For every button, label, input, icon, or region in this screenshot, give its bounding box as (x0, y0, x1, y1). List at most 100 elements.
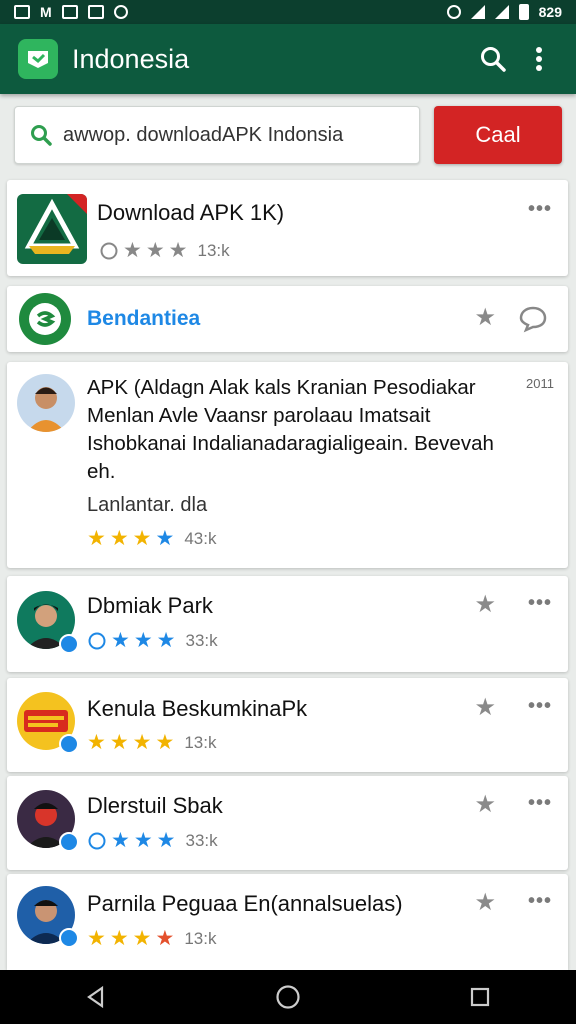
app-card[interactable]: Download APK 1K) ★ ★ ★ 13:k ••• (7, 180, 568, 276)
search-box[interactable] (14, 106, 420, 164)
rating-count: 33:k (185, 630, 218, 650)
back-icon (87, 985, 104, 1009)
star-icon: ★ (155, 927, 175, 950)
comment-button[interactable] (518, 305, 548, 338)
star-icon: ★ (111, 629, 130, 652)
recents-button[interactable] (450, 970, 510, 1024)
list-item[interactable]: Kenula BeskumkinaPk ★ ★ ★ ★ 13:k ★ ••• (7, 678, 568, 772)
post-subtitle: Lanlantar. dla (87, 494, 208, 516)
star-icon: ★ (155, 527, 175, 550)
star-icon: ★ (156, 629, 176, 652)
more-options-icon[interactable]: ••• (528, 695, 552, 718)
star-icon: ★ (109, 527, 129, 550)
search-icon (481, 47, 506, 72)
post-line: APK (Aldagn Alak kals Kranian Pesodiakar (87, 376, 476, 399)
search-icon (31, 125, 52, 146)
status-bar: M 829 (0, 0, 576, 24)
item-rating: ★ ★ ★ ★ 13:k (87, 928, 216, 949)
featured-logo-icon (19, 293, 71, 345)
star-button[interactable]: ★ (474, 888, 496, 917)
rating-count: 13:k (197, 240, 230, 260)
item-title: Kenula BeskumkinaPk (87, 696, 308, 721)
item-title: Dlerstuil Sbak (87, 793, 223, 818)
post-line: eh. (87, 460, 116, 483)
list-item[interactable]: Parnila Peguaa En(annalsuelas) ★ ★ ★ ★ 1… (7, 874, 568, 970)
star-button[interactable]: ★ (474, 590, 496, 619)
verified-badge-icon (59, 928, 79, 948)
post-rating: ★ ★ ★ ★ 43:k (87, 528, 216, 549)
rating-count: 33:k (185, 830, 218, 850)
signal-icon (494, 5, 509, 19)
rating-count: 13:k (184, 732, 217, 752)
verified-badge-icon (59, 634, 79, 654)
app-title: Download APK 1K) (97, 200, 285, 225)
app-icon (17, 194, 87, 264)
sync-icon (113, 5, 128, 19)
comment-icon (100, 242, 118, 259)
more-options-icon[interactable]: ••• (528, 792, 552, 815)
message-icon (87, 5, 104, 19)
star-icon: ★ (123, 239, 142, 262)
comment-icon (88, 632, 106, 649)
alarm-icon (446, 5, 461, 19)
page-title: Indonesia (72, 43, 190, 74)
star-icon: ★ (87, 731, 106, 754)
featured-label: Bendantiea (87, 307, 201, 330)
featured-card[interactable]: Bendantiea ★ (7, 286, 568, 352)
star-icon: ★ (111, 829, 130, 852)
star-button[interactable]: ★ (474, 693, 496, 722)
post-line: Menlan Avle Vaansr parolaau Imatsait (87, 404, 431, 427)
post-line: Ishobkanai Indalianadaragialigeain. Beve… (87, 432, 494, 455)
rating-count: 13:k (184, 928, 217, 948)
battery-icon (518, 4, 529, 20)
more-options-icon[interactable]: ••• (528, 592, 552, 615)
star-icon: ★ (109, 731, 129, 754)
notification-icon: M (40, 4, 52, 20)
item-rating: ★ ★ ★ 33:k (87, 830, 218, 851)
item-rating: ★ ★ ★ ★ 13:k (87, 732, 216, 753)
photo-icon (61, 5, 78, 19)
verified-badge-icon (59, 734, 79, 754)
search-input[interactable] (63, 123, 403, 147)
search-button[interactable] (470, 36, 516, 82)
star-icon: ★ (132, 731, 152, 754)
chat-icon (519, 306, 547, 333)
wifi-icon (470, 5, 485, 19)
search-row: Caal (14, 106, 562, 164)
home-button[interactable] (258, 970, 318, 1024)
rating-count: 43:k (184, 528, 217, 548)
item-title: Parnila Peguaa En(annalsuelas) (87, 891, 403, 916)
more-options-icon[interactable]: ••• (528, 890, 552, 913)
list-item[interactable]: Dbmiak Park ★ ★ ★ 33:k ★ ••• (7, 576, 568, 672)
app-logo-icon (18, 39, 58, 79)
star-icon: ★ (133, 829, 153, 852)
item-title: Dbmiak Park (87, 593, 213, 618)
mail-icon (14, 5, 30, 19)
star-button[interactable]: ★ (474, 790, 496, 819)
star-icon: ★ (168, 239, 188, 262)
list-item[interactable]: Dlerstuil Sbak ★ ★ ★ 33:k ★ ••• (7, 776, 568, 870)
item-rating: ★ ★ ★ 33:k (87, 630, 218, 651)
star-icon: ★ (156, 829, 176, 852)
app-bar: Indonesia (0, 24, 576, 94)
star-icon: ★ (132, 927, 152, 950)
more-options-icon[interactable]: ••• (528, 198, 552, 221)
back-button[interactable] (66, 970, 126, 1024)
star-button[interactable]: ★ (474, 303, 496, 332)
star-icon: ★ (155, 731, 175, 754)
post-body: APK (Aldagn Alak kals Kranian Pesodiakar… (87, 374, 547, 486)
system-nav-bar (0, 970, 576, 1024)
more-vert-icon (536, 47, 542, 71)
overflow-menu-button[interactable] (516, 36, 562, 82)
post-card[interactable]: APK (Aldagn Alak kals Kranian Pesodiakar… (7, 362, 568, 568)
star-icon: ★ (132, 527, 152, 550)
home-icon (276, 985, 300, 1009)
status-time: 829 (538, 4, 562, 20)
comment-icon (88, 832, 106, 849)
star-icon: ★ (145, 239, 165, 262)
star-icon: ★ (109, 927, 129, 950)
avatar[interactable] (17, 374, 75, 432)
call-button[interactable]: Caal (434, 106, 562, 164)
post-time: 2011 (526, 376, 554, 391)
star-icon: ★ (133, 629, 153, 652)
